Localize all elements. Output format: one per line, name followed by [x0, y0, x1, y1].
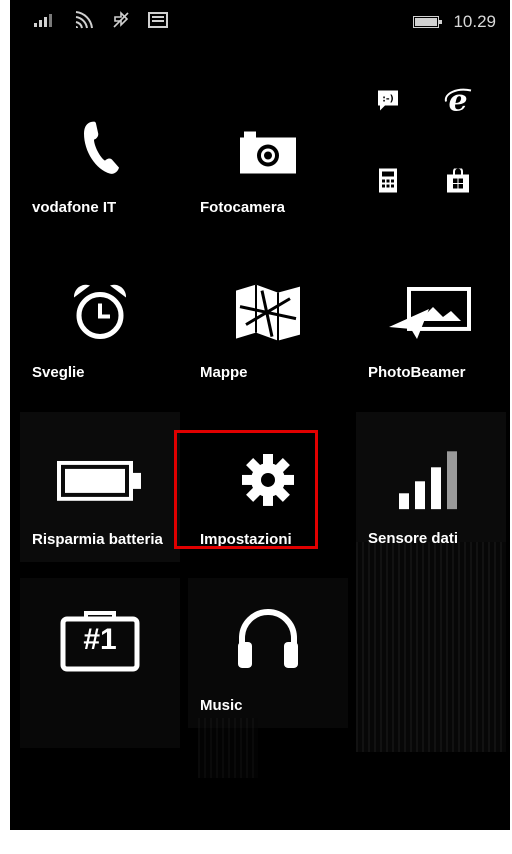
wifi-icon: [75, 11, 93, 29]
tile-store[interactable]: [430, 155, 486, 211]
internet-explorer-icon: e: [443, 84, 473, 121]
tile-messaging[interactable]: :-): [360, 75, 416, 131]
tile-phone[interactable]: vodafone IT: [20, 80, 180, 230]
tile-settings-label: Impostazioni: [200, 531, 292, 548]
app-number-one-badge: #1: [83, 623, 117, 657]
data-sense-background: [356, 542, 506, 752]
tile-camera-label: Fotocamera: [200, 199, 286, 216]
calculator-icon: [379, 168, 397, 198]
tile-app-number-one[interactable]: #1: [20, 578, 180, 748]
tile-maps[interactable]: Mappe: [188, 245, 348, 395]
data-sync-icon: [113, 11, 129, 28]
briefcase-number-one-icon: #1: [60, 609, 140, 678]
messaging-icon: :-): [377, 90, 399, 117]
tile-alarms-label: Sveglie: [32, 364, 85, 381]
tile-photobeamer[interactable]: PhotoBeamer: [356, 245, 506, 395]
map-icon: [236, 284, 300, 346]
tile-music-label: Music: [200, 697, 243, 714]
tile-internet-explorer[interactable]: e: [430, 75, 486, 131]
gear-icon: [242, 453, 294, 511]
tile-settings[interactable]: Impostazioni: [188, 412, 348, 562]
camera-icon: [240, 131, 296, 179]
message-icon: [148, 12, 168, 28]
tile-data-sense[interactable]: Sensore dati: [356, 412, 506, 752]
tile-phone-label: vodafone IT: [32, 199, 117, 216]
phone-icon: [80, 120, 120, 181]
tile-camera[interactable]: Fotocamera: [188, 80, 348, 230]
tile-battery-saver-label: Risparmia batteria: [32, 531, 163, 548]
data-sense-icon: [399, 449, 463, 514]
tile-alarms[interactable]: Sveglie: [20, 245, 180, 395]
store-icon: [447, 166, 469, 198]
music-background: [198, 718, 258, 778]
tile-battery-saver[interactable]: Risparmia batteria: [20, 412, 180, 562]
tile-data-sense-label: Sensore dati: [368, 530, 459, 547]
signal-icon: [34, 14, 52, 27]
phone-screen: 10.29 vodafone IT Fotocamera :-) e Svegl…: [10, 0, 510, 830]
battery-icon: [413, 16, 443, 28]
tile-photobeamer-label: PhotoBeamer: [368, 364, 466, 381]
status-time: 10.29: [453, 12, 496, 31]
alarm-clock-icon: [72, 283, 128, 346]
tile-maps-label: Mappe: [200, 364, 248, 381]
status-bar: 10.29: [10, 0, 510, 45]
tile-music[interactable]: Music: [188, 578, 348, 778]
headphones-icon: [236, 605, 300, 674]
photobeamer-icon: [389, 286, 473, 344]
battery-saver-icon: [57, 460, 143, 506]
tile-calculator[interactable]: [360, 155, 416, 211]
svg-text::-): :-): [382, 95, 393, 105]
